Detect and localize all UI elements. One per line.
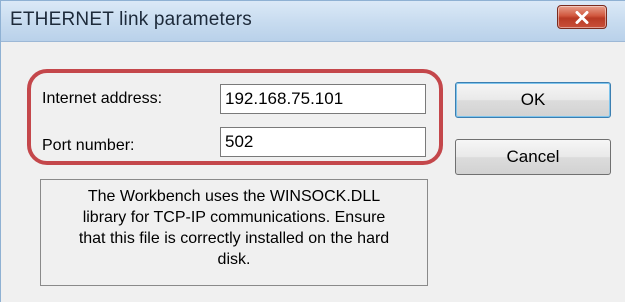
ok-button[interactable]: OK <box>455 82 611 118</box>
port-number-field[interactable] <box>220 127 426 157</box>
internet-address-label: Internet address: <box>42 90 163 107</box>
close-button[interactable] <box>557 5 607 29</box>
info-line: The Workbench uses the WINSOCK.DLL <box>87 188 381 205</box>
port-number-label: Port number: <box>42 137 135 154</box>
info-line: library for TCP-IP communications. Ensur… <box>82 209 386 226</box>
cancel-button[interactable]: Cancel <box>455 139 611 175</box>
window-title: ETHERNET link parameters <box>10 9 253 30</box>
info-line: that this file is correctly installed on… <box>78 230 390 247</box>
internet-address-field[interactable] <box>220 84 426 114</box>
info-message-box: The Workbench uses the WINSOCK.DLL libra… <box>40 179 428 286</box>
title-bar[interactable]: ETHERNET link parameters <box>1 1 625 42</box>
ethernet-link-dialog: ETHERNET link parameters Internet addres… <box>0 0 625 302</box>
info-line: disk. <box>217 251 251 268</box>
close-icon <box>575 10 589 24</box>
